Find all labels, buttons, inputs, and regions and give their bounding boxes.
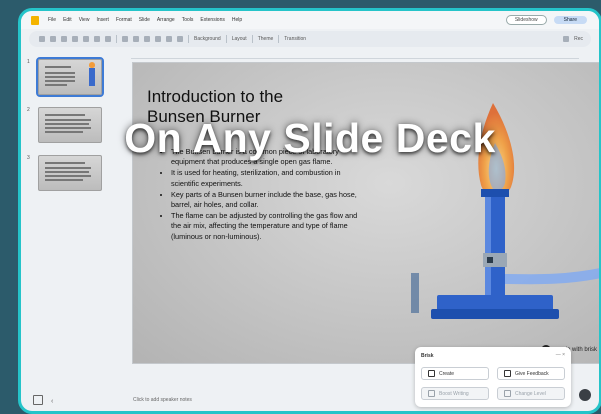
thumb-line: [45, 119, 91, 121]
toolbar-divider: [116, 35, 117, 43]
comment-icon[interactable]: [177, 36, 183, 42]
slide-filmstrip: 1 2 3: [21, 57, 117, 411]
thumb-line: [45, 131, 83, 133]
menu-slide[interactable]: Slide: [139, 17, 150, 23]
menu-arrange[interactable]: Arrange: [157, 17, 175, 23]
slide-thumbnail[interactable]: [38, 107, 102, 143]
thumb-line: [45, 66, 71, 68]
undo-icon[interactable]: [61, 36, 67, 42]
bunsen-burner-image[interactable]: [401, 103, 601, 333]
slide-number: 3: [27, 155, 30, 161]
select-icon[interactable]: [122, 36, 128, 42]
menu-help[interactable]: Help: [232, 17, 242, 23]
brisk-panel-title: Brisk: [421, 353, 434, 359]
layout-button[interactable]: Layout: [232, 36, 247, 42]
slide-canvas[interactable]: Introduction to the Bunsen Burner The Bu…: [133, 63, 599, 363]
line-icon[interactable]: [166, 36, 172, 42]
recording-label[interactable]: Rec: [574, 36, 583, 42]
menu-insert[interactable]: Insert: [96, 17, 109, 23]
pencil-icon: [428, 370, 435, 377]
level-icon: [504, 390, 511, 397]
thumb-line: [45, 179, 83, 181]
menu-view[interactable]: View: [79, 17, 90, 23]
toolbar-divider: [188, 35, 189, 43]
thumb-line: [45, 114, 85, 116]
transition-button[interactable]: Transition: [284, 36, 306, 42]
thumb-line: [45, 162, 85, 164]
collapse-filmstrip-icon[interactable]: ‹: [51, 398, 53, 405]
bullet-item: The flame can be adjusted by controlling…: [171, 211, 367, 242]
horizontal-ruler: [131, 51, 579, 59]
filmstrip-item[interactable]: 3: [27, 155, 102, 191]
menu-file[interactable]: File: [48, 17, 56, 23]
brisk-panel: Brisk — × Create Give Feedback Boost Wri…: [415, 347, 571, 407]
bullet-item: It is used for heating, sterilization, a…: [171, 168, 367, 188]
menu-edit[interactable]: Edit: [63, 17, 72, 23]
create-button-label: Create: [439, 370, 455, 377]
slide-thumbnail-selected[interactable]: [36, 57, 104, 97]
thumb-line: [45, 72, 75, 74]
menu-tools[interactable]: Tools: [182, 17, 194, 23]
thumb-line: [45, 175, 91, 177]
create-button[interactable]: Create: [421, 367, 489, 380]
image-icon[interactable]: [144, 36, 150, 42]
text-box-icon[interactable]: [133, 36, 139, 42]
toolbar-divider: [225, 35, 227, 43]
thumb-burner-image: [89, 62, 95, 86]
speaker-notes[interactable]: Click to add speaker notes: [133, 397, 192, 403]
brisk-launcher-icon[interactable]: [579, 389, 591, 401]
slide-number: 2: [27, 107, 30, 113]
filmstrip-item[interactable]: 2: [27, 107, 102, 143]
slide-thumbnail[interactable]: [38, 155, 102, 191]
toolbar-divider: [251, 35, 253, 43]
theme-button[interactable]: Theme: [258, 36, 274, 42]
thumb-line: [45, 84, 67, 86]
grid-view-icon[interactable]: [33, 395, 43, 405]
boost-writing-button[interactable]: Boost Writing: [421, 387, 489, 400]
edit-mode-icon[interactable]: [563, 36, 570, 42]
boost-icon: [428, 390, 435, 397]
change-level-button[interactable]: Change Level: [497, 387, 565, 400]
add-slide-icon[interactable]: [50, 36, 56, 42]
give-feedback-button[interactable]: Give Feedback: [497, 367, 565, 380]
print-icon[interactable]: [83, 36, 89, 42]
thumb-line: [45, 127, 91, 129]
bullet-item: The Bunsen burner is a common piece of l…: [171, 147, 367, 167]
redo-icon[interactable]: [72, 36, 78, 42]
change-level-label: Change Level: [515, 390, 546, 397]
slides-app-icon[interactable]: [31, 15, 39, 25]
thumb-line: [45, 80, 75, 82]
feedback-icon: [504, 370, 511, 377]
zoom-icon[interactable]: [105, 36, 111, 42]
app-window: File Edit View Insert Format Slide Arran…: [18, 8, 601, 414]
thumb-line: [45, 76, 75, 78]
give-feedback-label: Give Feedback: [515, 370, 549, 377]
boost-writing-label: Boost Writing: [439, 390, 469, 397]
slide-number: 1: [27, 59, 30, 65]
menu-format[interactable]: Format: [116, 17, 132, 23]
menu-bar: File Edit View Insert Format Slide Arran…: [21, 11, 599, 29]
paint-format-icon[interactable]: [94, 36, 100, 42]
panel-window-controls[interactable]: — ×: [556, 352, 565, 358]
thumb-line: [45, 123, 89, 125]
toolbar-divider: [278, 35, 280, 43]
toolbar: Background Layout Theme Transition Rec: [29, 31, 591, 47]
thumb-line: [45, 171, 89, 173]
filmstrip-item[interactable]: 1: [27, 57, 104, 97]
bullet-item: Key parts of a Bunsen burner include the…: [171, 190, 367, 210]
slide-bullet-list[interactable]: The Bunsen burner is a common piece of l…: [159, 147, 367, 243]
shape-icon[interactable]: [155, 36, 161, 42]
slideshow-button[interactable]: Slideshow: [505, 15, 547, 25]
search-menus-icon[interactable]: [39, 36, 45, 42]
thumb-line: [45, 167, 91, 169]
slide-title[interactable]: Introduction to the Bunsen Burner: [147, 87, 327, 127]
background-button[interactable]: Background: [194, 36, 221, 42]
menu-extensions[interactable]: Extensions: [200, 17, 224, 23]
share-button[interactable]: Share: [553, 16, 587, 24]
